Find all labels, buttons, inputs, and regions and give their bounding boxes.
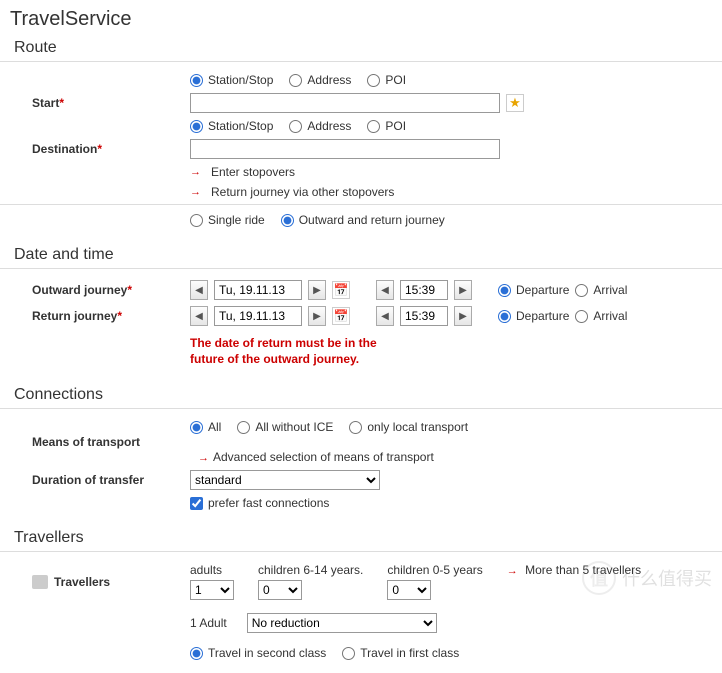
outward-time-input[interactable] [400,280,448,300]
favorite-icon[interactable]: ★ [506,94,524,112]
datetime-heading: Date and time [0,240,722,269]
children05-head: children 0-5 years [387,563,482,577]
class-second[interactable]: Travel in second class [190,646,326,660]
route-heading: Route [0,33,722,62]
date-prev-icon[interactable]: ◀ [190,280,208,300]
arrow-icon: → [190,166,201,178]
duration-label: Duration of transfer [0,473,190,487]
return-arrival[interactable]: Arrival [575,309,627,323]
advanced-means-link[interactable]: Advanced selection of means of transport [213,450,434,464]
adults-select[interactable]: 1 [190,580,234,600]
trip-return[interactable]: Outward and return journey [281,213,445,227]
children614-head: children 6-14 years. [258,563,363,577]
destination-label: Destination [32,142,97,156]
date-prev-icon[interactable]: ◀ [190,306,208,326]
date-next-icon[interactable]: ▶ [308,280,326,300]
more-travellers-link[interactable]: More than 5 travellers [525,563,641,577]
arrow-icon: → [198,452,209,464]
time-next-icon[interactable]: ▶ [454,306,472,326]
arrow-icon: → [507,565,518,577]
means-local[interactable]: only local transport [349,420,468,434]
connections-heading: Connections [0,380,722,409]
traveller-summary: 1 Adult [190,616,227,630]
children05-select[interactable]: 0 [387,580,431,600]
means-all[interactable]: All [190,420,221,434]
time-prev-icon[interactable]: ◀ [376,280,394,300]
adults-head: adults [190,563,234,577]
destination-input[interactable] [190,139,500,159]
dest-type-address[interactable]: Address [289,119,351,133]
means-no-ice[interactable]: All without ICE [237,420,333,434]
return-departure[interactable]: Departure [498,309,569,323]
start-type-address[interactable]: Address [289,73,351,87]
children614-select[interactable]: 0 [258,580,302,600]
return-time-input[interactable] [400,306,448,326]
means-label: Means of transport [0,435,190,449]
reduction-select[interactable]: No reduction [247,613,437,633]
class-first[interactable]: Travel in first class [342,646,459,660]
required-marker: * [59,96,64,110]
page-title: TravelService [0,0,722,33]
date-error: The date of return must be in the future… [190,332,380,367]
outward-label: Outward journey [32,283,127,297]
duration-select[interactable]: standard [190,470,380,490]
travellers-label: Travellers [54,575,110,589]
enter-stopovers-link[interactable]: Enter stopovers [211,165,295,179]
start-type-station[interactable]: Station/Stop [190,73,273,87]
outward-arrival[interactable]: Arrival [575,283,627,297]
return-label: Return journey [32,309,117,323]
trip-single[interactable]: Single ride [190,213,265,227]
required-marker: * [97,142,102,156]
return-stopovers-link[interactable]: Return journey via other stopovers [211,185,394,199]
start-type-poi[interactable]: POI [367,73,406,87]
outward-date-input[interactable] [214,280,302,300]
dest-type-poi[interactable]: POI [367,119,406,133]
calendar-icon[interactable]: 📅 [332,281,350,299]
start-label: Start [32,96,59,110]
start-input[interactable] [190,93,500,113]
calendar-icon[interactable]: 📅 [332,307,350,325]
travellers-heading: Travellers [0,523,722,552]
time-next-icon[interactable]: ▶ [454,280,472,300]
time-prev-icon[interactable]: ◀ [376,306,394,326]
arrow-icon: → [190,186,201,198]
prefer-fast-checkbox[interactable]: prefer fast connections [190,496,329,510]
dest-type-station[interactable]: Station/Stop [190,119,273,133]
return-date-input[interactable] [214,306,302,326]
outward-departure[interactable]: Departure [498,283,569,297]
traveller-icon [32,575,48,589]
date-next-icon[interactable]: ▶ [308,306,326,326]
